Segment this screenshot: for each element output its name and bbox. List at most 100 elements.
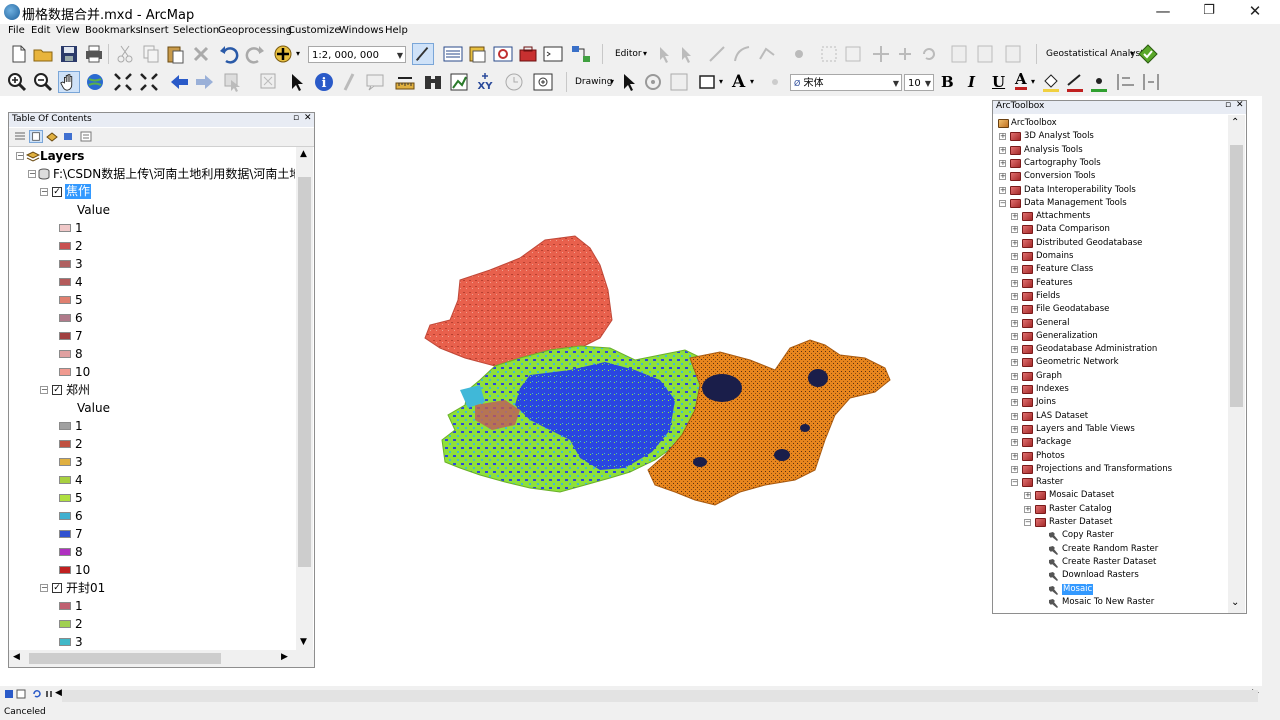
- scroll-right-icon[interactable]: ▶: [281, 652, 288, 662]
- menu-file[interactable]: File: [8, 25, 25, 36]
- select-features-icon[interactable]: [222, 71, 244, 93]
- straight-segment-icon[interactable]: [706, 43, 728, 65]
- menu-view[interactable]: View: [56, 25, 80, 36]
- minimize-button[interactable]: —: [1140, 0, 1186, 24]
- expand-toggle-icon[interactable]: +: [1011, 359, 1018, 367]
- collapse-toggle-icon[interactable]: −: [1024, 519, 1031, 526]
- toc-hscroll-thumb[interactable]: [29, 653, 221, 664]
- reshape-feature-icon[interactable]: [842, 43, 864, 65]
- menu-help[interactable]: Help: [385, 25, 408, 36]
- expand-toggle-icon[interactable]: +: [1011, 439, 1018, 447]
- arctoolbox-scroll-thumb[interactable]: [1230, 145, 1243, 407]
- list-by-visibility-icon[interactable]: [45, 130, 59, 143]
- expand-toggle-icon[interactable]: +: [1011, 226, 1018, 234]
- delete-icon[interactable]: [190, 43, 212, 65]
- modelbuilder-icon[interactable]: [570, 43, 592, 65]
- paste-icon[interactable]: [164, 43, 186, 65]
- layout-view-icon[interactable]: [16, 689, 26, 699]
- expand-toggle-icon[interactable]: +: [1011, 452, 1018, 460]
- expand-toggle-icon[interactable]: +: [999, 146, 1006, 154]
- expand-toggle-icon[interactable]: +: [1024, 492, 1031, 500]
- underline-button[interactable]: U: [992, 73, 1005, 91]
- layer-name-kaifeng[interactable]: 开封01: [66, 579, 105, 597]
- html-popup-icon[interactable]: [364, 71, 386, 93]
- expand-toggle-icon[interactable]: +: [1011, 319, 1018, 327]
- menu-selection[interactable]: Selection: [173, 25, 219, 36]
- layer-visibility-checkbox[interactable]: ✓: [52, 385, 62, 395]
- arctoolbox-close-button[interactable]: ✕: [1236, 100, 1244, 110]
- table-of-contents-icon[interactable]: [442, 43, 464, 65]
- full-extent-globe-icon[interactable]: [84, 71, 106, 93]
- expand-toggle-icon[interactable]: +: [1011, 266, 1018, 274]
- trace-icon[interactable]: [756, 43, 778, 65]
- expand-toggle-icon[interactable]: +: [999, 159, 1006, 167]
- marker-color-icon[interactable]: [1088, 71, 1110, 93]
- time-slider-icon[interactable]: [503, 71, 525, 93]
- attributes-icon[interactable]: [948, 43, 970, 65]
- scroll-up-icon[interactable]: ⌃: [1231, 117, 1239, 128]
- arctoolbox-autohide-button[interactable]: ▫: [1225, 100, 1231, 110]
- map-vertical-scrollbar[interactable]: [1262, 96, 1280, 686]
- menu-geoprocessing[interactable]: Geoprocessing: [218, 25, 292, 36]
- rotate-element-icon[interactable]: [642, 71, 664, 93]
- redo-icon[interactable]: [244, 43, 266, 65]
- menu-windows[interactable]: Windows: [339, 25, 384, 36]
- open-folder-icon[interactable]: [32, 43, 54, 65]
- scroll-left-icon[interactable]: ◀: [13, 652, 20, 662]
- toc-horizontal-scrollbar[interactable]: ◀ ▶: [9, 650, 314, 667]
- undo-icon[interactable]: [218, 43, 240, 65]
- expand-toggle-icon[interactable]: +: [1011, 292, 1018, 300]
- expand-toggle-icon[interactable]: +: [1011, 425, 1018, 433]
- close-button[interactable]: ✕: [1232, 0, 1278, 24]
- map-display[interactable]: [420, 230, 892, 512]
- save-icon[interactable]: [58, 43, 80, 65]
- rectangle-dropdown-icon[interactable]: ▾: [719, 77, 723, 86]
- measure-icon[interactable]: [394, 71, 416, 93]
- pause-drawing-icon[interactable]: [44, 689, 54, 699]
- back-arrow-icon[interactable]: [168, 71, 190, 93]
- font-name-combo[interactable]: Ø 宋体 ▼: [790, 74, 902, 91]
- clear-selection-icon[interactable]: [258, 71, 280, 93]
- menu-bookmarks[interactable]: Bookmarks: [85, 25, 141, 36]
- expand-toggle-icon[interactable]: +: [1011, 332, 1018, 340]
- collapse-toggle-icon[interactable]: −: [28, 170, 36, 178]
- zoom-to-selected-elements-icon[interactable]: [668, 71, 690, 93]
- distribute-icon[interactable]: [1140, 71, 1162, 93]
- edit-tool-icon[interactable]: [654, 43, 676, 65]
- layer-name-zhengzhou[interactable]: 郑州: [66, 381, 90, 399]
- scroll-down-icon[interactable]: ▼: [300, 637, 307, 647]
- collapse-toggle-icon[interactable]: −: [40, 584, 48, 592]
- expand-toggle-icon[interactable]: +: [1011, 465, 1018, 473]
- toc-options-icon[interactable]: [79, 130, 93, 143]
- toc-scroll-thumb[interactable]: [298, 177, 311, 567]
- bold-button[interactable]: B: [941, 73, 954, 91]
- catalog-icon[interactable]: [467, 43, 489, 65]
- fill-color-icon[interactable]: [1040, 71, 1062, 93]
- expand-toggle-icon[interactable]: +: [1011, 213, 1018, 221]
- endpoint-arc-icon[interactable]: [731, 43, 753, 65]
- edit-vertices-icon[interactable]: [818, 43, 840, 65]
- toc-close-button[interactable]: ✕: [304, 113, 312, 123]
- edit-annotation-icon[interactable]: [678, 43, 700, 65]
- split-tool-icon[interactable]: [894, 43, 916, 65]
- add-data-dropdown-icon[interactable]: ▾: [296, 49, 300, 58]
- copy-icon[interactable]: [140, 43, 162, 65]
- list-by-selection-icon[interactable]: [61, 130, 75, 143]
- expand-toggle-icon[interactable]: +: [1011, 372, 1018, 380]
- add-data-icon[interactable]: [272, 43, 294, 65]
- map-horizontal-scrollbar[interactable]: [62, 690, 1258, 702]
- list-by-source-icon[interactable]: [29, 130, 43, 143]
- expand-toggle-icon[interactable]: +: [999, 133, 1006, 141]
- editor-dropdown-icon[interactable]: ▾: [643, 49, 647, 58]
- collapse-toggle-icon[interactable]: −: [999, 199, 1006, 207]
- align-icon[interactable]: [1114, 71, 1136, 93]
- scroll-up-icon[interactable]: ▲: [300, 149, 307, 159]
- font-color-button[interactable]: A: [1015, 72, 1027, 90]
- fixed-zoom-out-icon[interactable]: [138, 71, 160, 93]
- hyperlink-icon[interactable]: [339, 71, 361, 93]
- expand-toggle-icon[interactable]: +: [1011, 253, 1018, 260]
- expand-toggle-icon[interactable]: +: [1024, 505, 1031, 513]
- menu-insert[interactable]: Insert: [140, 25, 169, 36]
- collapse-toggle-icon[interactable]: −: [1011, 479, 1018, 487]
- marker-icon[interactable]: [764, 71, 786, 93]
